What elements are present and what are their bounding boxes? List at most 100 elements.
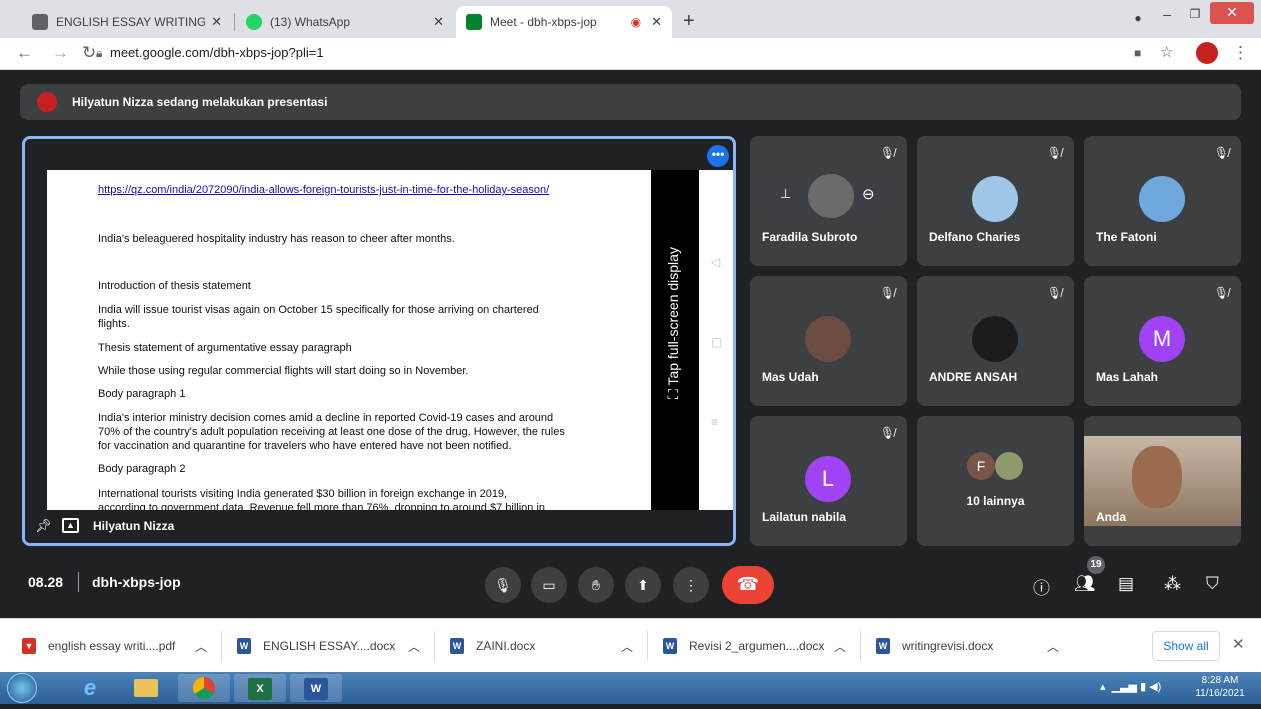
camera-button[interactable]: ▭ — [531, 567, 567, 603]
participant-name: Mas Udah — [762, 370, 819, 384]
participant-photo — [972, 316, 1018, 362]
participant-count-badge: 19 — [1087, 556, 1105, 574]
profile-dot-icon[interactable]: ● — [1130, 6, 1146, 32]
excel-icon[interactable]: X — [234, 674, 286, 702]
forward-arrow-icon[interactable]: → — [52, 43, 69, 63]
participant-tile[interactable]: 🎙︎̸ M Mas Lahah — [1084, 276, 1241, 406]
internet-explorer-icon[interactable]: e — [64, 674, 116, 702]
download-filename: ZAINI.docx — [476, 639, 536, 653]
doc-line: flights. — [98, 318, 130, 330]
participant-tile[interactable]: 🎙︎̸ L Lailatun nabila — [750, 416, 907, 546]
whatsapp-favicon-icon — [246, 14, 262, 30]
close-downloads-icon[interactable]: ✕ — [1232, 635, 1245, 653]
profile-avatar[interactable] — [1196, 42, 1218, 64]
participant-avatar-letter: M — [1139, 316, 1185, 362]
download-item[interactable]: W Revisi 2_argumen....docx — [663, 619, 824, 673]
chevron-up-icon[interactable]: ︿ — [1047, 619, 1059, 673]
doc-line: Body paragraph 1 — [98, 388, 186, 400]
taskbar-clock[interactable]: 8:28 AM 11/16/2021 — [1180, 674, 1260, 700]
word-file-icon: W — [450, 638, 464, 654]
tile-hover-controls: ⊥ ⊖ — [770, 174, 886, 218]
system-tray-icons[interactable]: ▴ ▁▃▅ ▮ ◀) — [1100, 680, 1161, 693]
raise-hand-button[interactable]: ✋︎ — [578, 567, 614, 603]
participant-tile[interactable]: 🎙︎̸ ⊥ ⊖ Faradila Subroto — [750, 136, 907, 266]
chevron-up-icon[interactable]: ︿ — [195, 619, 207, 673]
pin-icon[interactable]: ⊥ — [780, 186, 791, 202]
download-item[interactable]: W ZAINI.docx — [450, 619, 535, 673]
present-button[interactable]: ⬆ — [625, 567, 661, 603]
browser-tab-bar: ENGLISH ESSAY WRITING: Revisio ✕ (13) Wh… — [0, 0, 1261, 38]
start-button[interactable] — [7, 673, 37, 703]
doc-line: India's interior ministry decision comes… — [98, 412, 554, 424]
tab-essay-writing[interactable]: ENGLISH ESSAY WRITING: Revisio ✕ — [22, 6, 232, 38]
download-filename: english essay writi....pdf — [48, 639, 176, 653]
recording-icon: ◉ — [630, 15, 642, 29]
download-item[interactable]: W ENGLISH ESSAY....docx — [237, 619, 395, 673]
url-field[interactable]: meet.google.com/dbh-xbps-jop?pli=1 — [110, 45, 324, 60]
pdf-file-icon: ▼ — [22, 638, 36, 654]
divider — [860, 631, 861, 661]
others-count-label: 10 lainnya — [966, 494, 1025, 508]
restore-icon[interactable]: ❐ — [1186, 2, 1204, 28]
participant-photo — [808, 174, 854, 218]
reload-icon[interactable]: ↻ — [82, 43, 96, 63]
close-tab-icon[interactable]: ✕ — [433, 14, 444, 30]
participant-tile[interactable]: 🎙︎̸ ANDRE ANSAH — [917, 276, 1074, 406]
download-item[interactable]: ▼ english essay writi....pdf — [22, 619, 175, 673]
presentation-stage[interactable]: ••• https://qz.com/india/2072090/india-a… — [22, 136, 736, 546]
mic-button[interactable]: 🎙︎ — [485, 567, 521, 603]
camera-indicator-icon[interactable]: ■ — [1134, 46, 1141, 60]
close-tab-icon[interactable]: ✕ — [211, 14, 222, 30]
participant-name: ANDRE ANSAH — [929, 370, 1018, 384]
chat-icon[interactable]: ▤ — [1118, 574, 1134, 594]
download-filename: ENGLISH ESSAY....docx — [263, 639, 396, 653]
bookmark-star-icon[interactable]: ☆ — [1160, 43, 1173, 61]
download-item[interactable]: W writingrevisi.docx — [876, 619, 993, 673]
doc-line: according to government data. Revenue fe… — [98, 502, 546, 510]
presenter-name: Hilyatun Nizza — [93, 519, 175, 533]
fullscreen-hint-text: Tap full-screen display — [665, 247, 681, 386]
menu-kebab-icon[interactable]: ⋮ — [1232, 43, 1249, 63]
word-icon[interactable]: W — [290, 674, 342, 702]
presenting-banner: Hilyatun Nizza sedang melakukan presenta… — [20, 84, 1241, 120]
pin-icon[interactable]: 📌︎ — [35, 518, 52, 534]
remove-icon[interactable]: ⊖ — [862, 185, 875, 203]
doc-line: Thesis statement of argumentative essay … — [98, 342, 352, 354]
minimize-icon[interactable]: – — [1158, 2, 1176, 28]
chevron-up-icon[interactable]: ︿ — [621, 619, 633, 673]
close-tab-icon[interactable]: ✕ — [651, 14, 662, 30]
download-filename: Revisi 2_argumen....docx — [689, 639, 825, 653]
self-video-tile[interactable]: Anda — [1084, 416, 1241, 546]
end-call-button[interactable]: ☎ — [722, 566, 774, 604]
tab-whatsapp[interactable]: (13) WhatsApp ✕ — [236, 6, 454, 38]
fullscreen-hint[interactable]: ⛶ Tap full-screen display — [665, 139, 682, 399]
new-tab-plus-icon[interactable]: + — [683, 10, 695, 33]
activities-icon[interactable]: ⁂ — [1164, 574, 1181, 594]
shared-document: https://qz.com/india/2072090/india-allow… — [47, 170, 651, 510]
more-options-icon[interactable]: ••• — [707, 145, 729, 167]
chrome-icon[interactable] — [178, 674, 230, 702]
file-explorer-icon[interactable] — [120, 674, 172, 702]
doc-line: https://qz.com/india/2072090/india-allow… — [98, 184, 550, 196]
participant-tile[interactable]: 🎙︎̸ Delfano Charies — [917, 136, 1074, 266]
close-window-icon[interactable]: ✕ — [1210, 2, 1254, 24]
chevron-up-icon[interactable]: ︿ — [834, 619, 846, 673]
people-icon[interactable]: 👥︎ — [1074, 574, 1096, 594]
tab-meet[interactable]: Meet - dbh-xbps-jop ◉ ✕ — [456, 6, 672, 38]
tab-title: Meet - dbh-xbps-jop — [490, 15, 597, 29]
meet-control-bar: 08.28 dbh-xbps-jop 🎙︎ ▭ ✋︎ ⬆ ⋮ ☎ ⓘ 👥︎ 19… — [0, 556, 1261, 618]
fullscreen-expand-icon: ⛶ — [665, 385, 681, 399]
host-controls-icon[interactable]: ⛉ — [1206, 574, 1219, 594]
meeting-code: dbh-xbps-jop — [92, 574, 181, 590]
info-icon[interactable]: ⓘ — [1033, 574, 1050, 599]
back-arrow-icon[interactable]: ← — [16, 43, 33, 63]
participant-tile[interactable]: 🎙︎̸ The Fatoni — [1084, 136, 1241, 266]
doc-line: 70% of the country's adult population re… — [98, 426, 565, 438]
others-tile[interactable]: F 10 lainnya — [917, 416, 1074, 546]
more-options-button[interactable]: ⋮ — [673, 567, 709, 603]
participant-tile[interactable]: 🎙︎̸ Mas Udah — [750, 276, 907, 406]
show-all-button[interactable]: Show all — [1152, 631, 1220, 661]
participant-name: Faradila Subroto — [762, 230, 858, 244]
meet-window: Hilyatun Nizza sedang melakukan presenta… — [0, 70, 1261, 618]
chevron-up-icon[interactable]: ︿ — [408, 619, 420, 673]
